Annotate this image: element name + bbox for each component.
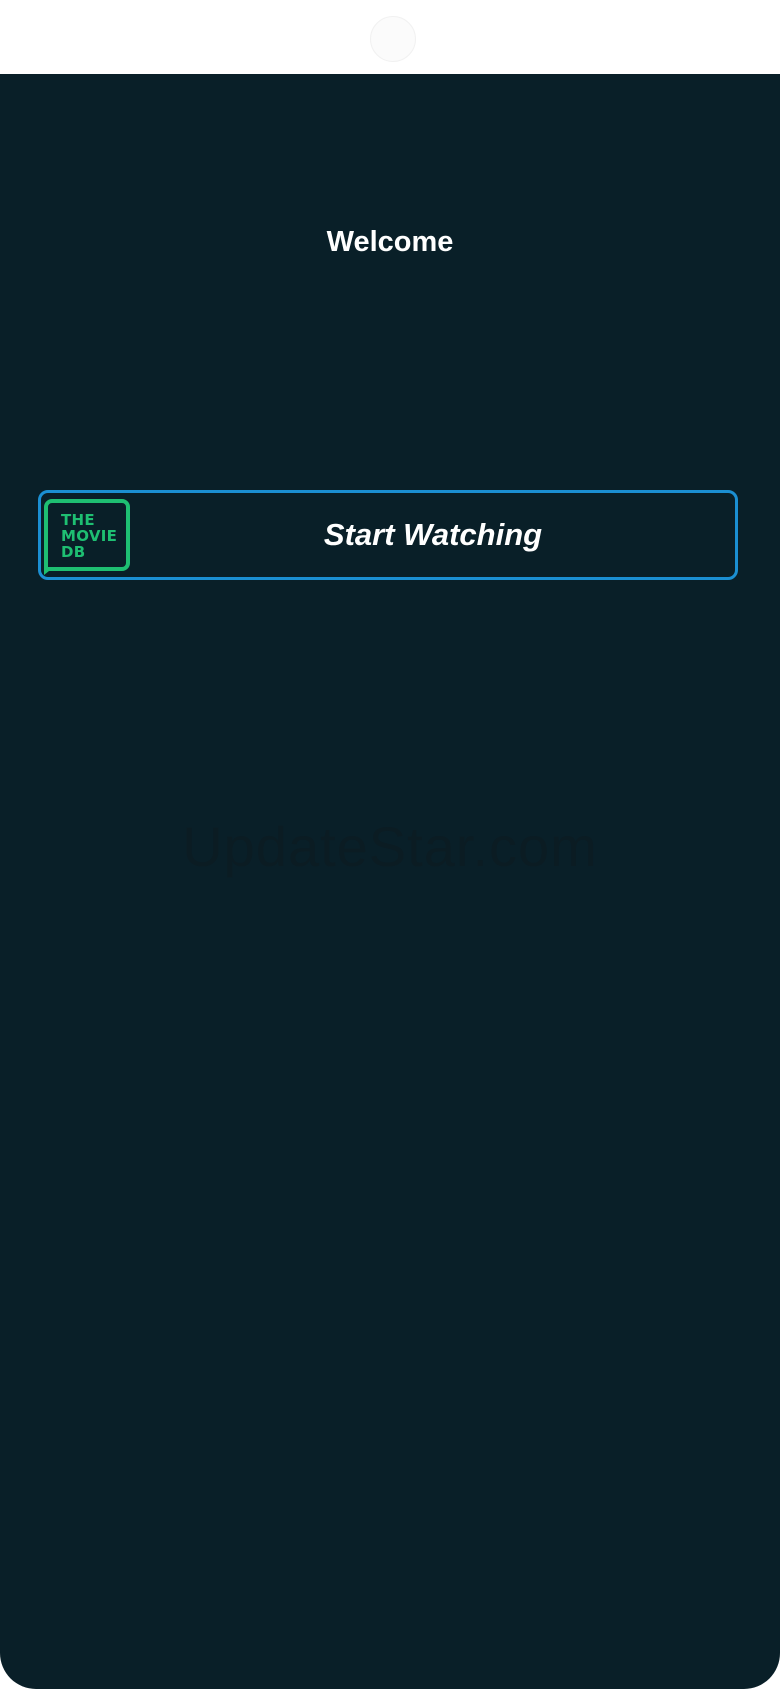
camera-cutout bbox=[370, 16, 416, 62]
status-bar bbox=[0, 0, 780, 74]
start-watching-label: Start Watching bbox=[323, 517, 543, 552]
logo-tail bbox=[44, 567, 54, 575]
watermark: UpdateStar.com bbox=[182, 815, 598, 878]
tmdb-logo-icon: THE MOVIE DB bbox=[44, 499, 130, 575]
page-title: Welcome bbox=[326, 226, 454, 258]
logo-text: THE MOVIE DB bbox=[61, 511, 118, 561]
start-watching-button[interactable]: THE MOVIE DB Start Watching bbox=[38, 490, 738, 580]
welcome-screen: Welcome THE MOVIE DB Start Watching Upda… bbox=[0, 74, 780, 1689]
